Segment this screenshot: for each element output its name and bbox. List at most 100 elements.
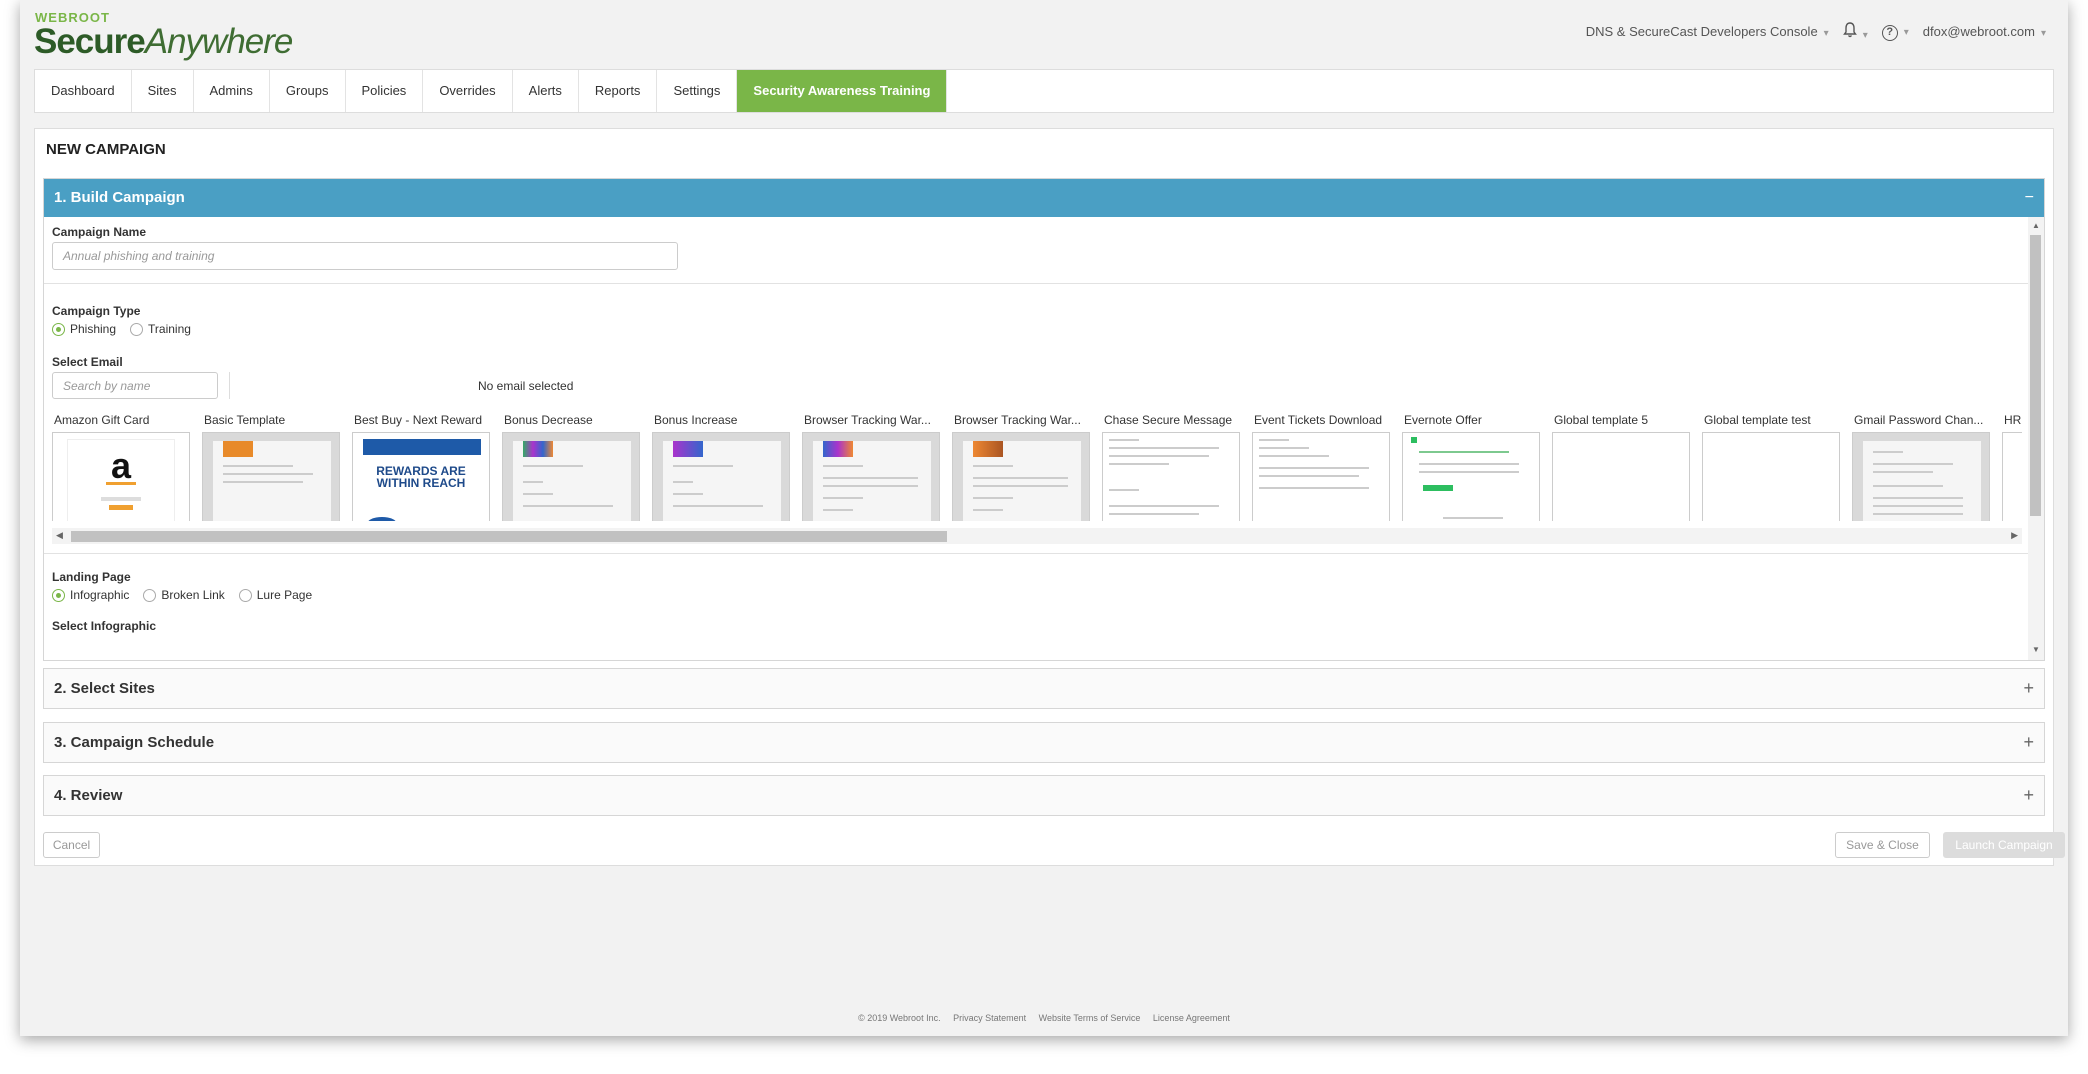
email-card-name: Amazon Gift Card bbox=[54, 413, 150, 427]
privacy-link[interactable]: Privacy Statement bbox=[953, 1013, 1026, 1023]
email-thumbnail bbox=[1552, 432, 1690, 521]
radio-infographic[interactable]: Infographic bbox=[52, 588, 129, 602]
tab-groups[interactable]: Groups bbox=[270, 70, 346, 112]
email-card-bonus-decrease[interactable]: Bonus Decrease bbox=[502, 413, 652, 521]
tab-admins[interactable]: Admins bbox=[194, 70, 270, 112]
email-card-browser-tracking-1[interactable]: Browser Tracking War... bbox=[802, 413, 952, 521]
tab-settings[interactable]: Settings bbox=[657, 70, 738, 112]
chevron-down-icon: ▾ bbox=[1823, 28, 1829, 39]
email-card-event-tickets-download[interactable]: Event Tickets Download bbox=[1252, 413, 1402, 521]
radio-phishing[interactable]: Phishing bbox=[52, 322, 116, 336]
email-thumbnail bbox=[2002, 432, 2022, 521]
placeholder-line bbox=[1109, 447, 1219, 449]
email-card-gmail-password-change[interactable]: Gmail Password Chan... bbox=[1852, 413, 2002, 521]
email-card-amazon-gift-card[interactable]: Amazon Gift Card a bbox=[52, 413, 202, 521]
build-campaign-panel: 1. Build Campaign − Campaign Name Annual… bbox=[43, 178, 2045, 661]
placeholder-line bbox=[523, 505, 613, 507]
select-email-label: Select Email bbox=[52, 355, 123, 369]
user-email: dfox@webroot.com bbox=[1922, 24, 2035, 39]
tab-security-awareness-training[interactable]: Security Awareness Training bbox=[737, 70, 948, 112]
footer: © 2019 Webroot Inc. Privacy Statement We… bbox=[20, 1013, 2068, 1023]
save-close-button[interactable]: Save & Close bbox=[1835, 832, 1930, 858]
email-card-global-template-test[interactable]: Global template test bbox=[1702, 413, 1852, 521]
placeholder-line bbox=[1109, 463, 1169, 465]
email-template-carousel: Amazon Gift Card a Basic Template Best B… bbox=[52, 413, 2022, 521]
radio-lure-page[interactable]: Lure Page bbox=[238, 588, 313, 602]
email-thumbnail bbox=[952, 432, 1090, 521]
thumb-image bbox=[223, 441, 253, 457]
console-selector[interactable]: DNS & SecureCast Developers Console ▾ bbox=[1586, 24, 1829, 39]
campaign-name-input[interactable]: Annual phishing and training bbox=[52, 242, 678, 270]
email-card-name: Bonus Decrease bbox=[504, 413, 593, 427]
divider bbox=[44, 553, 2030, 554]
email-card-name: HR bbox=[2004, 413, 2022, 427]
placeholder-line bbox=[823, 477, 918, 479]
tab-sites[interactable]: Sites bbox=[132, 70, 194, 112]
email-search-input[interactable]: Search by name bbox=[52, 372, 218, 399]
help-menu[interactable]: ? ▾ bbox=[1881, 23, 1909, 41]
tab-alerts[interactable]: Alerts bbox=[513, 70, 579, 112]
tab-reports[interactable]: Reports bbox=[579, 70, 658, 112]
email-card-evernote-offer[interactable]: Evernote Offer bbox=[1402, 413, 1552, 521]
radio-training[interactable]: Training bbox=[130, 322, 191, 336]
cancel-button[interactable]: Cancel bbox=[43, 832, 100, 858]
campaign-type-options: Phishing Training bbox=[52, 322, 205, 336]
tab-dashboard[interactable]: Dashboard bbox=[35, 70, 132, 112]
email-card-hr[interactable]: HR bbox=[2002, 413, 2022, 521]
expand-icon[interactable]: + bbox=[2023, 723, 2034, 762]
header-right: DNS & SecureCast Developers Console ▾ ▾ ?… bbox=[1586, 22, 2046, 41]
scroll-left-icon[interactable]: ◀ bbox=[56, 530, 63, 541]
scrollbar-thumb[interactable] bbox=[71, 531, 947, 542]
notifications-menu[interactable]: ▾ bbox=[1842, 22, 1868, 41]
placeholder-line bbox=[1259, 439, 1289, 441]
placeholder-line bbox=[223, 465, 293, 467]
scrollbar-thumb[interactable] bbox=[2030, 235, 2041, 516]
email-carousel-scrollbar[interactable]: ◀ ▶ bbox=[52, 528, 2022, 544]
placeholder-line bbox=[1109, 439, 1139, 441]
email-card-global-template-5[interactable]: Global template 5 bbox=[1552, 413, 1702, 521]
collapse-icon[interactable]: − bbox=[2025, 179, 2034, 217]
chevron-down-icon: ▾ bbox=[1862, 30, 1868, 41]
amazon-card: a bbox=[67, 439, 175, 521]
radio-broken-link[interactable]: Broken Link bbox=[143, 588, 225, 602]
license-link[interactable]: License Agreement bbox=[1153, 1013, 1230, 1023]
secureanywhere-logo[interactable]: SecureAnywhere bbox=[34, 22, 293, 62]
email-card-basic-template[interactable]: Basic Template bbox=[202, 413, 352, 521]
placeholder-line bbox=[973, 477, 1068, 479]
user-menu[interactable]: dfox@webroot.com ▾ bbox=[1923, 24, 2046, 39]
copyright: © 2019 Webroot Inc. bbox=[858, 1013, 941, 1023]
scroll-up-icon[interactable]: ▲ bbox=[2032, 221, 2040, 230]
tab-overrides[interactable]: Overrides bbox=[423, 70, 513, 112]
radio-label: Lure Page bbox=[256, 588, 313, 602]
best-buy-banner: REWARDS ARE WITHIN REACH bbox=[376, 464, 466, 490]
email-thumbnail bbox=[202, 432, 340, 521]
campaign-schedule-section[interactable]: 3. Campaign Schedule + bbox=[43, 722, 2045, 763]
launch-campaign-button[interactable]: Launch Campaign bbox=[1943, 832, 2065, 858]
radio-label: Training bbox=[148, 322, 191, 336]
terms-link[interactable]: Website Terms of Service bbox=[1039, 1013, 1141, 1023]
email-thumbnail bbox=[1252, 432, 1390, 521]
expand-icon[interactable]: + bbox=[2023, 669, 2034, 708]
select-sites-section[interactable]: 2. Select Sites + bbox=[43, 668, 2045, 709]
build-campaign-header[interactable]: 1. Build Campaign − bbox=[44, 179, 2044, 217]
placeholder-line bbox=[1873, 485, 1943, 487]
tab-policies[interactable]: Policies bbox=[346, 70, 424, 112]
email-card-bonus-increase[interactable]: Bonus Increase bbox=[652, 413, 802, 521]
email-thumbnail bbox=[1702, 432, 1840, 521]
radio-unchecked-icon bbox=[143, 588, 157, 602]
email-card-best-buy[interactable]: Best Buy - Next Reward REWARDS ARE WITHI… bbox=[352, 413, 502, 521]
scroll-right-icon[interactable]: ▶ bbox=[2011, 530, 2018, 541]
radio-label: Infographic bbox=[70, 588, 130, 602]
email-card-chase-secure-message[interactable]: Chase Secure Message bbox=[1102, 413, 1252, 521]
placeholder-line bbox=[523, 465, 583, 467]
thumb-sheet bbox=[1863, 441, 1981, 521]
placeholder-line bbox=[101, 497, 141, 501]
review-section[interactable]: 4. Review + bbox=[43, 775, 2045, 816]
expand-icon[interactable]: + bbox=[2023, 776, 2034, 815]
scroll-down-icon[interactable]: ▼ bbox=[2032, 645, 2040, 654]
placeholder-line bbox=[673, 493, 703, 495]
email-card-browser-tracking-2[interactable]: Browser Tracking War... bbox=[952, 413, 1102, 521]
thumb-header bbox=[363, 439, 481, 455]
panel-vertical-scrollbar[interactable]: ▲ ▼ bbox=[2028, 217, 2044, 660]
placeholder-line bbox=[1109, 455, 1209, 457]
